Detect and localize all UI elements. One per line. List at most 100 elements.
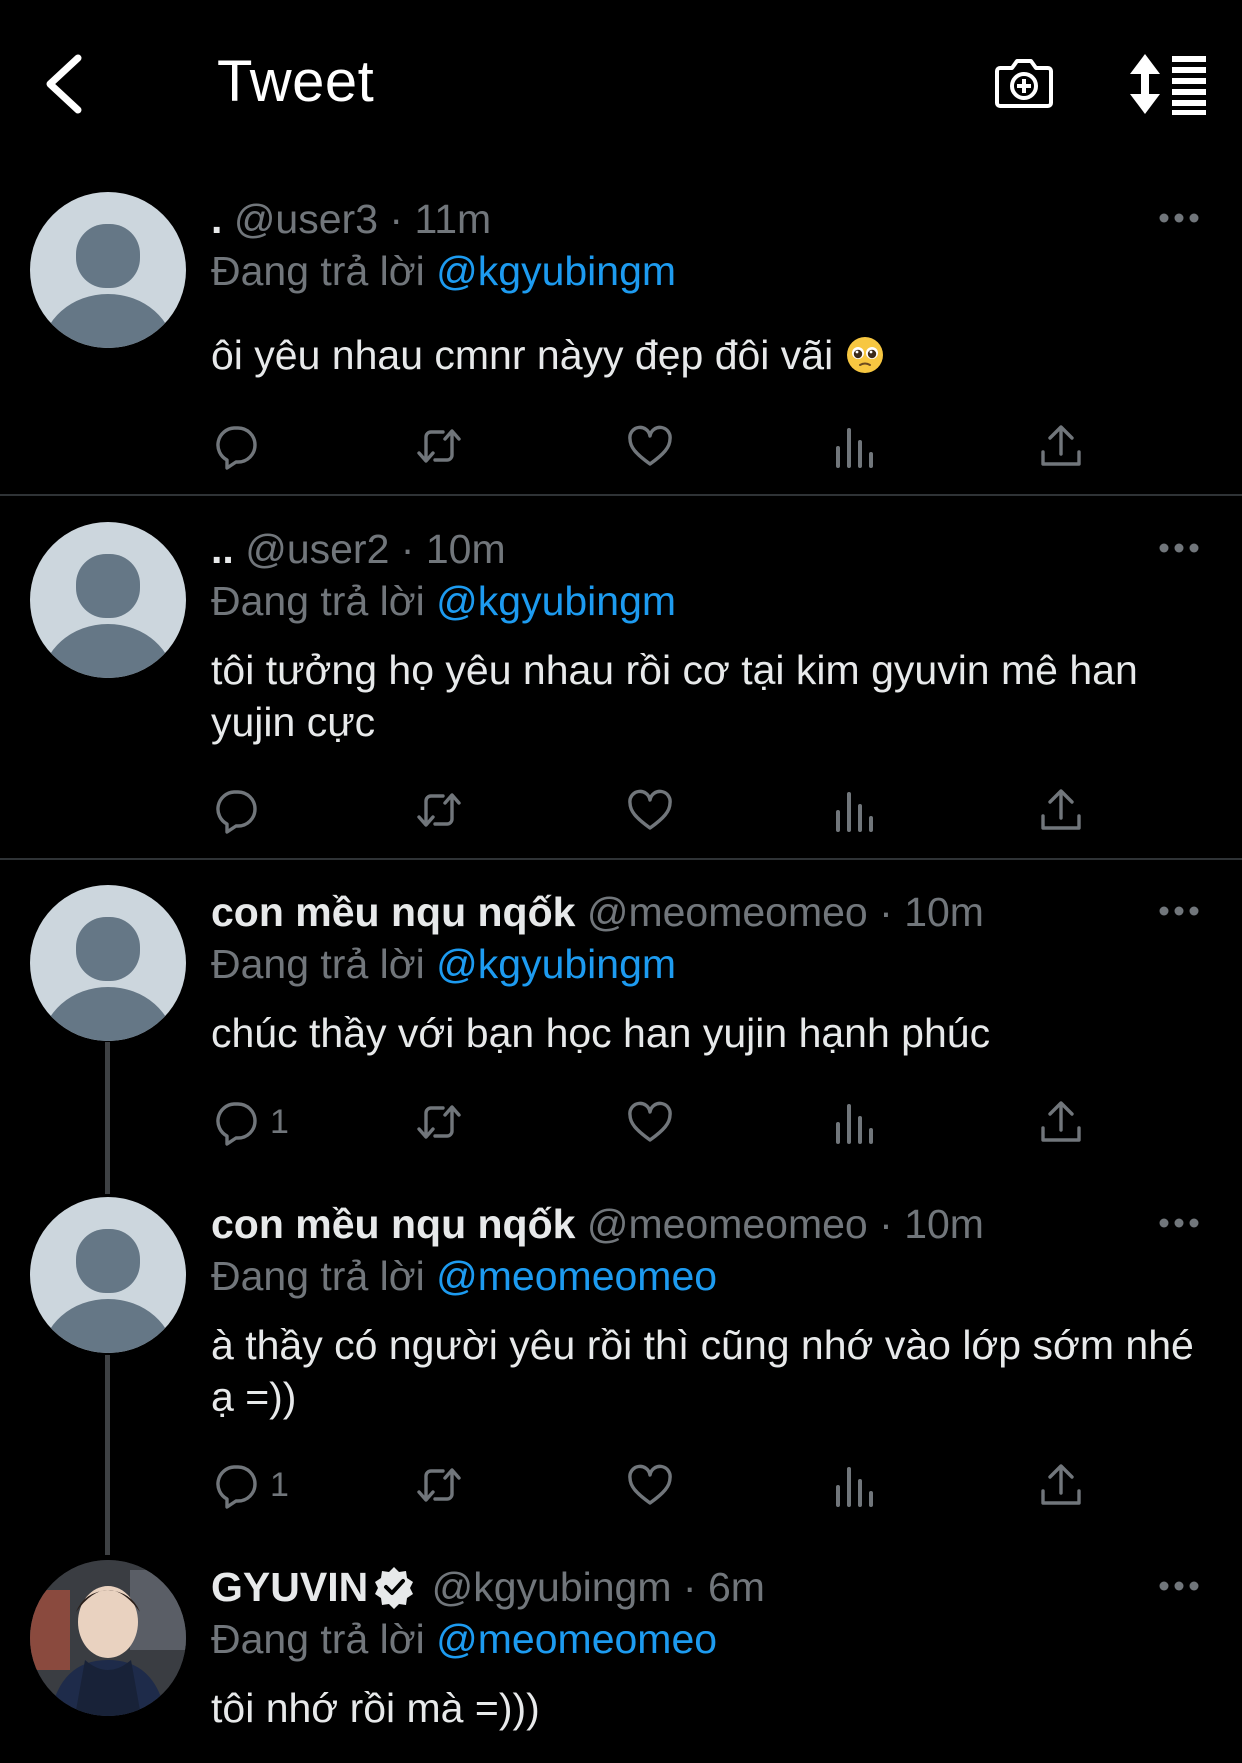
- share-icon: [1041, 1101, 1081, 1142]
- share-button[interactable]: [1037, 1094, 1085, 1150]
- heart-icon: [628, 1101, 672, 1142]
- timestamp: · 6m: [682, 1564, 765, 1610]
- replying-to: Đang trả lời @meomeomeo: [211, 1253, 717, 1300]
- tweet-text: ôi yêu nhau cmnr nàyy đẹp đôi vãi: [211, 329, 1201, 381]
- tweet-meta: GYUVIN @kgyubingm · 6m: [211, 1564, 765, 1611]
- tweet-text: à thầy có người yêu rồi thì cũng nhớ vào…: [211, 1322, 1194, 1420]
- replying-to-mention[interactable]: @meomeomeo: [436, 1616, 717, 1662]
- display-name[interactable]: con mều nqu nqốk: [211, 889, 575, 935]
- reply-icon: [216, 1465, 257, 1509]
- default-avatar-icon: [42, 1229, 174, 1353]
- replying-to: Đang trả lời @kgyubingm: [211, 578, 676, 625]
- share-button[interactable]: [1037, 782, 1085, 838]
- heart-icon: [628, 425, 672, 466]
- timestamp: · 11m: [389, 196, 492, 242]
- display-name[interactable]: .: [211, 196, 222, 242]
- tweet-meta: .. @user2 · 10m: [211, 526, 506, 573]
- replying-to: Đang trả lời @meomeomeo: [211, 1616, 717, 1663]
- tweet-actions: 1: [212, 1094, 1112, 1150]
- views-icon: [836, 1467, 873, 1507]
- reply-count: 1: [270, 1102, 289, 1141]
- reply-icon: [216, 790, 257, 834]
- views-button[interactable]: [832, 418, 880, 474]
- share-button[interactable]: [1037, 1457, 1085, 1513]
- views-button[interactable]: [832, 1457, 880, 1513]
- tweet-text: chúc thầy với bạn học han yujin hạnh phú…: [211, 1010, 991, 1056]
- retweet-icon: [417, 1105, 461, 1139]
- avatar[interactable]: [30, 885, 186, 1041]
- retweet-button[interactable]: [415, 418, 463, 474]
- retweet-button[interactable]: [415, 782, 463, 838]
- tweet-actions: [212, 418, 1112, 474]
- heart-icon: [628, 1464, 672, 1505]
- default-avatar-icon: [42, 224, 174, 348]
- handle[interactable]: @kgyubingm: [432, 1564, 672, 1610]
- camera-plus-icon[interactable]: [992, 50, 1056, 114]
- like-button[interactable]: [626, 1457, 674, 1513]
- divider: [0, 858, 1242, 860]
- timestamp: · 10m: [400, 526, 506, 572]
- more-icon[interactable]: [1158, 1213, 1200, 1233]
- tweet-meta: con mều nqu nqốk @meomeomeo · 10m: [211, 889, 984, 936]
- top-bar: Tweet: [0, 0, 1242, 168]
- tweet-meta: con mều nqu nqốk @meomeomeo · 10m: [211, 1201, 984, 1248]
- views-icon: [836, 428, 873, 468]
- replying-to-label: Đang trả lời: [211, 1253, 425, 1299]
- retweet-icon: [417, 793, 461, 827]
- reply-icon: [216, 426, 257, 470]
- views-icon: [836, 792, 873, 832]
- more-icon[interactable]: [1158, 208, 1200, 228]
- handle[interactable]: @meomeomeo: [587, 1201, 868, 1247]
- timestamp: · 10m: [879, 1201, 984, 1247]
- tweet-actions: 1: [212, 1457, 1112, 1513]
- share-icon: [1041, 425, 1081, 466]
- retweet-button[interactable]: [415, 1457, 463, 1513]
- avatar[interactable]: [30, 522, 186, 678]
- reply-button[interactable]: [212, 418, 270, 474]
- reply-count: 1: [270, 1465, 289, 1504]
- sort-icon[interactable]: [1130, 52, 1210, 116]
- reply-button[interactable]: [212, 782, 270, 838]
- more-icon[interactable]: [1158, 538, 1200, 558]
- reply-button[interactable]: 1: [212, 1457, 289, 1513]
- replying-to-label: Đang trả lời: [211, 578, 425, 624]
- more-icon[interactable]: [1158, 1576, 1200, 1596]
- timestamp: · 10m: [879, 889, 984, 935]
- more-icon[interactable]: [1158, 901, 1200, 921]
- like-button[interactable]: [626, 418, 674, 474]
- views-button[interactable]: [832, 1094, 880, 1150]
- handle[interactable]: @user2: [245, 526, 389, 572]
- pleading-face-emoji-icon: [846, 337, 883, 373]
- replying-to-mention[interactable]: @kgyubingm: [436, 248, 676, 294]
- replying-to-mention[interactable]: @meomeomeo: [436, 1253, 717, 1299]
- display-name[interactable]: GYUVIN: [211, 1564, 368, 1610]
- back-chevron-icon[interactable]: [40, 52, 92, 116]
- profile-photo-icon: [30, 1560, 186, 1716]
- retweet-icon: [417, 429, 461, 463]
- replying-to: Đang trả lời @kgyubingm: [211, 248, 676, 295]
- tweet-actions: [212, 782, 1112, 838]
- like-button[interactable]: [626, 1094, 674, 1150]
- tweet-meta: . @user3 · 11m: [211, 196, 491, 243]
- reply-icon: [216, 1102, 257, 1146]
- avatar[interactable]: [30, 1197, 186, 1353]
- replying-to-mention[interactable]: @kgyubingm: [436, 941, 676, 987]
- retweet-button[interactable]: [415, 1094, 463, 1150]
- page-title: Tweet: [217, 49, 375, 114]
- default-avatar-icon: [42, 917, 174, 1041]
- share-button[interactable]: [1037, 418, 1085, 474]
- verified-badge-icon: [375, 1567, 414, 1609]
- avatar[interactable]: [30, 192, 186, 348]
- reply-button[interactable]: 1: [212, 1094, 289, 1150]
- share-icon: [1041, 1464, 1081, 1505]
- like-button[interactable]: [626, 782, 674, 838]
- replying-to-mention[interactable]: @kgyubingm: [436, 578, 676, 624]
- thread-connector: [105, 1042, 110, 1194]
- views-button[interactable]: [832, 782, 880, 838]
- display-name[interactable]: con mều nqu nqốk: [211, 1201, 575, 1247]
- handle[interactable]: @user3: [234, 196, 378, 242]
- display-name[interactable]: ..: [211, 526, 234, 572]
- handle[interactable]: @meomeomeo: [587, 889, 868, 935]
- avatar-photo[interactable]: [30, 1560, 186, 1716]
- heart-icon: [628, 789, 672, 830]
